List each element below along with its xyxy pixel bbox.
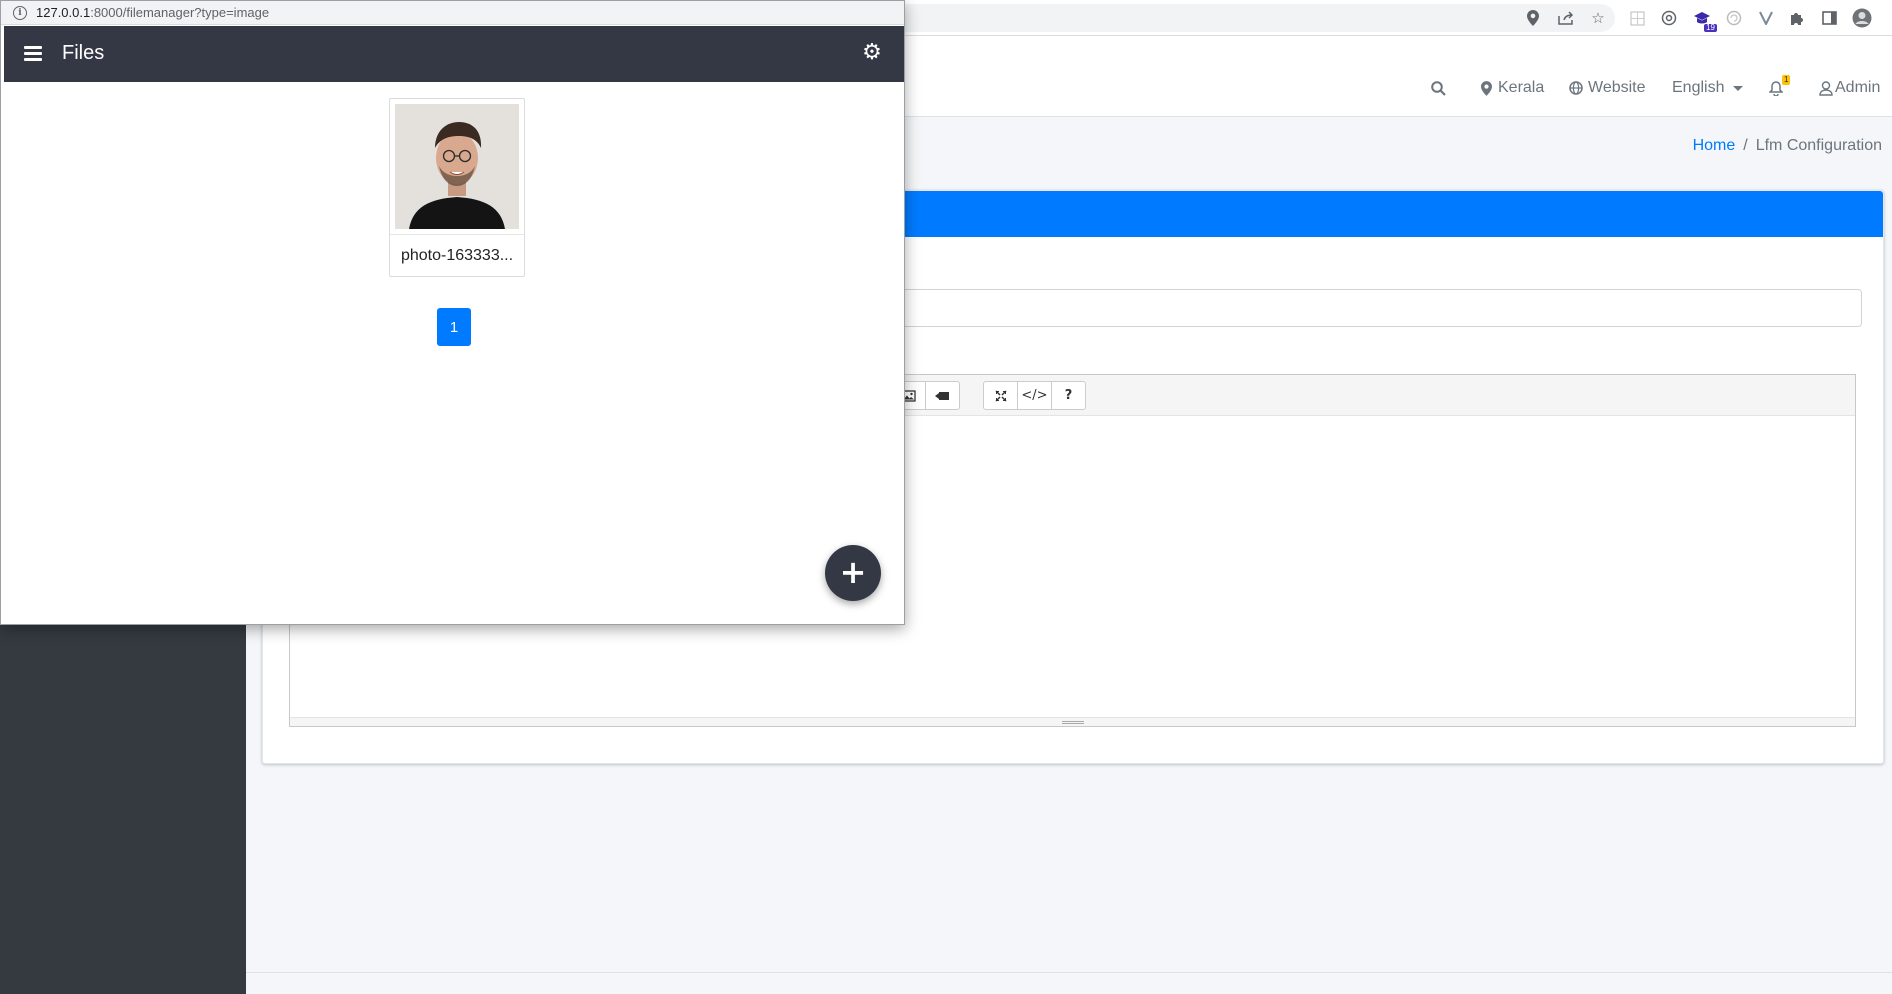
file-manager-title: Files: [62, 42, 105, 64]
hamburger-menu-icon[interactable]: [24, 46, 42, 61]
address-bar[interactable]: [900, 4, 1615, 32]
popup-url-bar: i 127.0.0.1:8000/filemanager?type=image: [1, 1, 904, 25]
extension-v-icon[interactable]: [1756, 8, 1776, 28]
popup-url: 127.0.0.1:8000/filemanager?type=image: [36, 5, 269, 20]
extension-circle-icon[interactable]: [1659, 8, 1679, 28]
search-button[interactable]: [1430, 78, 1446, 98]
footer-divider: [246, 972, 1892, 973]
globe-icon: [1568, 80, 1584, 96]
pagination-page-1[interactable]: 1: [437, 308, 471, 346]
location-link[interactable]: Kerala: [1478, 78, 1544, 98]
photo-thumbnail[interactable]: [395, 104, 519, 229]
puzzle-icon[interactable]: [1787, 8, 1807, 28]
fullscreen-icon[interactable]: [983, 381, 1018, 410]
file-item[interactable]: photo-163333...: [389, 98, 525, 277]
help-icon[interactable]: ?: [1051, 381, 1086, 410]
bookmark-star-icon[interactable]: ☆: [1588, 8, 1608, 28]
language-label: English: [1672, 79, 1725, 96]
file-manager-navbar: Files ⚙: [4, 26, 904, 82]
notifications-button[interactable]: 1: [1768, 75, 1791, 98]
breadcrumb-current: Lfm Configuration: [1755, 137, 1882, 154]
person-photo: [395, 104, 519, 229]
breadcrumb-separator: /: [1743, 137, 1748, 154]
extension-grid-icon[interactable]: [1627, 8, 1647, 28]
website-label: Website: [1588, 79, 1646, 96]
language-dropdown[interactable]: English: [1672, 78, 1744, 98]
location-label: Kerala: [1498, 79, 1545, 96]
info-icon[interactable]: i: [13, 5, 27, 20]
search-icon: [1430, 80, 1446, 96]
file-name: photo-163333...: [400, 247, 514, 264]
gear-icon[interactable]: ⚙: [860, 41, 884, 65]
breadcrumb-home-link[interactable]: Home: [1693, 137, 1736, 155]
file-item-divider: [390, 234, 524, 235]
breadcrumb: Home / Lfm Configuration: [1693, 137, 1882, 155]
view-group: </> ?: [983, 381, 1086, 410]
url-path: :8000/filemanager?type=image: [90, 5, 270, 20]
user-icon: [1818, 80, 1834, 96]
map-marker-icon: [1478, 80, 1494, 96]
file-manager-popup: i 127.0.0.1:8000/filemanager?type=image …: [0, 0, 905, 625]
extension-badge: 19: [1704, 23, 1717, 32]
editor-resize-handle[interactable]: [290, 717, 1855, 726]
location-pin-icon[interactable]: [1523, 8, 1543, 28]
share-icon[interactable]: [1556, 8, 1576, 28]
side-panel-icon[interactable]: [1819, 8, 1839, 28]
user-menu[interactable]: Admin: [1818, 78, 1880, 98]
add-file-button[interactable]: +: [825, 545, 881, 601]
code-view-icon[interactable]: </>: [1017, 381, 1052, 410]
video-icon[interactable]: [925, 381, 960, 410]
website-link[interactable]: Website: [1568, 78, 1646, 98]
notification-badge: 1: [1782, 75, 1791, 85]
user-label: Admin: [1835, 79, 1881, 96]
profile-avatar-icon[interactable]: [1852, 8, 1872, 28]
extension-hat-icon[interactable]: 19: [1692, 8, 1717, 32]
extension-swirl-icon[interactable]: [1724, 8, 1744, 28]
url-host: 127.0.0.1: [36, 5, 91, 20]
caret-down-icon: [1733, 85, 1744, 91]
file-manager-content: photo-163333... 1 +: [4, 82, 904, 624]
resize-grip-icon: [1061, 721, 1084, 724]
